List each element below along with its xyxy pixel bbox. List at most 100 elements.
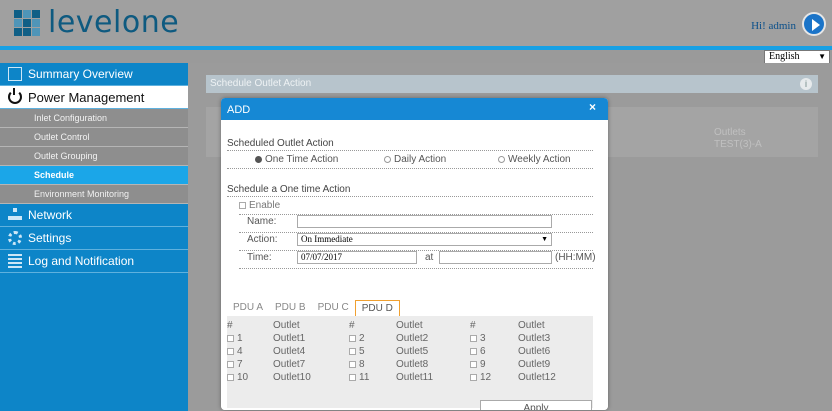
tab-pdu-a[interactable]: PDU A xyxy=(227,300,269,316)
sidebar-item-log-and-notification[interactable]: Log and Notification xyxy=(0,250,188,273)
info-icon[interactable]: i xyxy=(800,78,812,90)
chevron-down-icon: ▼ xyxy=(818,52,826,61)
sidebar-subitem-outlet-control[interactable]: Outlet Control xyxy=(0,128,188,147)
outlet-checkbox[interactable]: 5 xyxy=(349,346,365,357)
table-row: 10 Outlet10 11 Outlet11 12 Outlet12 xyxy=(227,372,593,385)
dialog-header: ADD × xyxy=(221,98,608,120)
column-header: # xyxy=(470,320,476,331)
outlet-checkbox[interactable]: 4 xyxy=(227,346,243,357)
outlet-checkbox[interactable]: 10 xyxy=(227,372,248,383)
outlet-number: 7 xyxy=(237,359,243,370)
column-header: Outlet xyxy=(396,320,423,331)
name-input[interactable] xyxy=(297,215,552,228)
outlet-name: Outlet8 xyxy=(396,359,429,370)
user-greeting[interactable]: Hi! admin xyxy=(751,20,796,32)
outlet-number: 5 xyxy=(359,346,365,357)
date-input[interactable]: 07/07/2017 xyxy=(297,251,417,264)
checkbox-icon xyxy=(349,348,356,355)
sidebar-item-label: Summary Overview xyxy=(28,67,133,81)
divider xyxy=(239,268,593,269)
table-row: 4 Outlet4 5 Outlet5 6 Outlet6 xyxy=(227,346,593,359)
time-format-hint: (HH:MM) xyxy=(555,252,596,263)
outlet-number: 3 xyxy=(480,333,486,344)
time-label: Time: xyxy=(247,252,272,263)
outlet-name: Outlet6 xyxy=(518,346,551,357)
outlet-name: Outlet9 xyxy=(518,359,551,370)
checkbox-icon xyxy=(227,348,234,355)
radio-one-time-action[interactable]: One Time Action xyxy=(255,154,338,165)
at-label: at xyxy=(425,252,434,263)
time-input[interactable] xyxy=(439,251,552,264)
outlet-number: 8 xyxy=(359,359,365,370)
sidebar-subitem-label: Outlet Grouping xyxy=(34,151,98,161)
outlet-name: Outlet3 xyxy=(518,333,551,344)
tab-pdu-b[interactable]: PDU B xyxy=(269,300,312,316)
outlet-number: 9 xyxy=(480,359,486,370)
outlet-name: Outlet5 xyxy=(396,346,429,357)
outlet-checkbox[interactable]: 1 xyxy=(227,333,243,344)
apply-button[interactable]: Apply xyxy=(480,400,592,410)
divider xyxy=(227,150,593,151)
outlet-name: Outlet4 xyxy=(273,346,306,357)
outlet-checkbox[interactable]: 12 xyxy=(470,372,491,383)
sidebar-item-power-management[interactable]: Power Management xyxy=(0,86,188,109)
dialog-title: ADD xyxy=(227,104,251,116)
power-icon xyxy=(8,88,22,104)
radio-weekly-action[interactable]: Weekly Action xyxy=(498,154,571,165)
tab-pdu-c[interactable]: PDU C xyxy=(312,300,355,316)
outlet-checkbox[interactable]: 8 xyxy=(349,359,365,370)
outlet-checkbox[interactable]: 9 xyxy=(470,359,486,370)
brand-logo: levelone xyxy=(14,8,179,38)
radio-unchecked-icon xyxy=(498,156,505,163)
divider xyxy=(227,196,593,197)
sidebar-item-network[interactable]: Network xyxy=(0,204,188,227)
outlet-name: Outlet1 xyxy=(273,333,306,344)
sidebar-item-label: Settings xyxy=(28,231,72,245)
outlet-number: 1 xyxy=(237,333,243,344)
radio-label: Weekly Action xyxy=(508,154,571,165)
dialog-body: Scheduled Outlet Action One Time Action … xyxy=(221,120,608,410)
sidebar-subitem-schedule[interactable]: Schedule xyxy=(0,166,188,185)
radio-daily-action[interactable]: Daily Action xyxy=(384,154,446,165)
close-icon[interactable]: × xyxy=(589,100,596,114)
bg-column-header: Outlets xyxy=(714,127,746,138)
outlet-checkbox[interactable]: 7 xyxy=(227,359,243,370)
enable-checkbox[interactable]: Enable xyxy=(239,200,280,211)
header-accent-bar xyxy=(0,46,832,50)
outlet-number: 11 xyxy=(359,372,370,383)
checkbox-icon xyxy=(470,361,477,368)
language-select[interactable]: English ▼ xyxy=(764,50,830,64)
sidebar-subitem-inlet-configuration[interactable]: Inlet Configuration xyxy=(0,109,188,128)
radio-unchecked-icon xyxy=(384,156,391,163)
outlet-checkbox[interactable]: 2 xyxy=(349,333,365,344)
sidebar-item-summary-overview[interactable]: Summary Overview xyxy=(0,63,188,86)
sidebar-item-label: Power Management xyxy=(28,89,145,105)
radio-label: Daily Action xyxy=(394,154,447,165)
scheduled-action-label: Scheduled Outlet Action xyxy=(227,138,334,149)
sidebar-subitem-environment-monitoring[interactable]: Environment Monitoring xyxy=(0,185,188,204)
sidebar-item-settings[interactable]: Settings xyxy=(0,227,188,250)
checkbox-icon xyxy=(239,202,246,209)
tab-pdu-d[interactable]: PDU D xyxy=(354,300,400,316)
pdu-tabs: PDU A PDU B PDU C PDU D xyxy=(227,300,400,316)
column-header: Outlet xyxy=(518,320,545,331)
outlet-table: # Outlet # Outlet # Outlet 1 Outlet1 2 O… xyxy=(227,316,593,408)
action-label: Action: xyxy=(247,234,278,245)
page-title: Schedule Outlet Action xyxy=(210,78,312,89)
outlet-checkbox[interactable]: 11 xyxy=(349,372,369,383)
outlet-name: Outlet11 xyxy=(396,372,434,383)
outlet-name: Outlet10 xyxy=(273,372,311,383)
sidebar-subitem-label: Schedule xyxy=(34,170,75,180)
outlet-checkbox[interactable]: 3 xyxy=(470,333,486,344)
language-selected: English xyxy=(769,51,800,62)
logout-icon[interactable] xyxy=(802,12,826,36)
chevron-down-icon: ▼ xyxy=(541,235,548,243)
action-select[interactable]: On Immediate ▼ xyxy=(297,233,552,246)
brand-name: levelone xyxy=(48,5,180,40)
sidebar-subitem-label: Inlet Configuration xyxy=(34,113,108,123)
checkbox-icon xyxy=(349,335,356,342)
outlet-checkbox[interactable]: 6 xyxy=(470,346,486,357)
sidebar-subitem-outlet-grouping[interactable]: Outlet Grouping xyxy=(0,147,188,166)
table-row: 1 Outlet1 2 Outlet2 3 Outlet3 xyxy=(227,333,593,346)
outlet-name: Outlet12 xyxy=(518,372,556,383)
